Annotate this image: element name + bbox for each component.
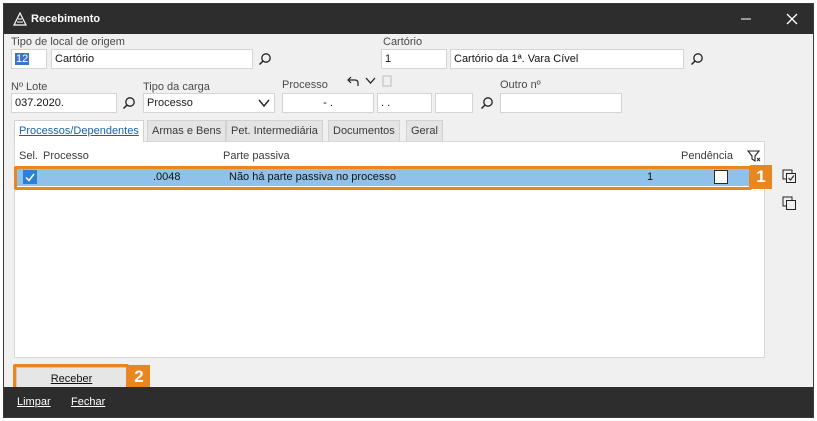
chevron-down-icon [258, 99, 270, 108]
minimize-button[interactable] [724, 4, 768, 34]
column-header-parte-passiva[interactable]: Parte passiva [223, 150, 290, 162]
tipo-local-code-value: 12 [15, 53, 30, 65]
filter-button[interactable] [746, 148, 762, 164]
row-count: 1 [647, 171, 654, 183]
step-badge-1: 1 [750, 165, 772, 189]
undo-arrow-icon [347, 76, 359, 86]
column-header-processo[interactable]: Processo [43, 150, 89, 162]
column-header-sel[interactable]: Sel. [19, 150, 38, 162]
tipo-carga-label: Tipo da carga [143, 81, 210, 93]
fechar-button[interactable]: Fechar [71, 396, 105, 408]
tab-label: Processos/Dependentes [19, 125, 139, 137]
lote-label: Nº Lote [11, 81, 48, 93]
bottom-action-bar: Limpar Fechar [4, 387, 813, 417]
processo-dropdown-button[interactable] [363, 74, 377, 88]
table-row[interactable]: .0048 Não há parte passiva no processo 1 [17, 168, 754, 186]
checkmark-icon [25, 173, 35, 182]
tipo-local-code-input[interactable]: 12 [11, 49, 47, 69]
uncheck-all-button[interactable] [781, 195, 797, 211]
processo-input-1[interactable]: - . [282, 93, 374, 113]
search-icon [480, 97, 493, 110]
tab-documentos[interactable]: Documentos [328, 120, 400, 141]
document-icon [382, 75, 392, 87]
tab-label: Pet. Intermediária [231, 125, 318, 137]
column-header-pendencia[interactable]: Pendência [681, 150, 733, 162]
tab-pet-intermediaria[interactable]: Pet. Intermediária [226, 120, 323, 141]
cartorio-search-button[interactable] [688, 50, 706, 68]
check-all-icon [782, 169, 796, 183]
tipo-carga-value: Processo [147, 97, 193, 109]
tab-geral[interactable]: Geral [406, 120, 443, 141]
tab-armas-bens[interactable]: Armas e Bens [147, 120, 227, 141]
step-badge-2: 2 [128, 365, 150, 389]
window-title: Recebimento [31, 13, 101, 25]
cartorio-label: Cartório [383, 36, 423, 48]
row-processo: .0048 [153, 171, 181, 183]
limpar-button[interactable]: Limpar [17, 396, 51, 408]
tab-label: Armas e Bens [152, 125, 222, 137]
undo-button[interactable] [346, 74, 360, 88]
outro-label: Outro nº [500, 79, 541, 91]
tipo-local-name-input[interactable]: Cartório [51, 49, 253, 69]
lote-input[interactable]: 037.2020. [11, 93, 117, 113]
receber-label: Receber [50, 373, 93, 385]
processo-input-3[interactable] [435, 93, 473, 113]
processo-search-button[interactable] [478, 94, 496, 112]
tipo-local-search-button[interactable] [256, 50, 274, 68]
cartorio-code-input[interactable]: 1 [381, 49, 447, 69]
row-pendencia-checkbox[interactable] [714, 170, 728, 184]
check-all-button[interactable] [781, 168, 797, 184]
tab-label: Geral [411, 125, 438, 137]
tab-label: Documentos [333, 125, 395, 137]
uncheck-all-icon [782, 196, 796, 210]
title-bar: Recebimento [4, 4, 813, 34]
processo-copy-button[interactable] [380, 74, 394, 88]
processo-input-2[interactable]: . . [377, 93, 432, 113]
processos-grid: Sel. Processo Parte passiva Pendência .0… [14, 141, 765, 358]
search-icon [122, 97, 135, 110]
close-button[interactable] [770, 4, 813, 34]
chevron-down-icon [365, 77, 375, 84]
processo-label: Processo [282, 79, 328, 91]
row-parte-passiva: Não há parte passiva no processo [229, 171, 396, 183]
lote-search-button[interactable] [120, 94, 138, 112]
outro-input[interactable] [500, 93, 622, 113]
search-icon [258, 53, 271, 66]
app-logo-icon [13, 12, 27, 26]
row-select-checkbox[interactable] [23, 170, 37, 184]
recebimento-window: Recebimento Tipo de local de origem 12 C… [3, 3, 814, 418]
tipo-local-label: Tipo de local de origem [11, 36, 125, 48]
cartorio-name-input[interactable]: Cartório da 1ª. Vara Cível [450, 49, 684, 69]
filter-icon [747, 150, 761, 163]
tipo-carga-select[interactable]: Processo [143, 93, 275, 113]
close-icon [786, 13, 798, 25]
tab-processos-dependentes[interactable]: Processos/Dependentes [14, 120, 144, 142]
search-icon [690, 53, 703, 66]
minimize-icon [741, 18, 751, 20]
